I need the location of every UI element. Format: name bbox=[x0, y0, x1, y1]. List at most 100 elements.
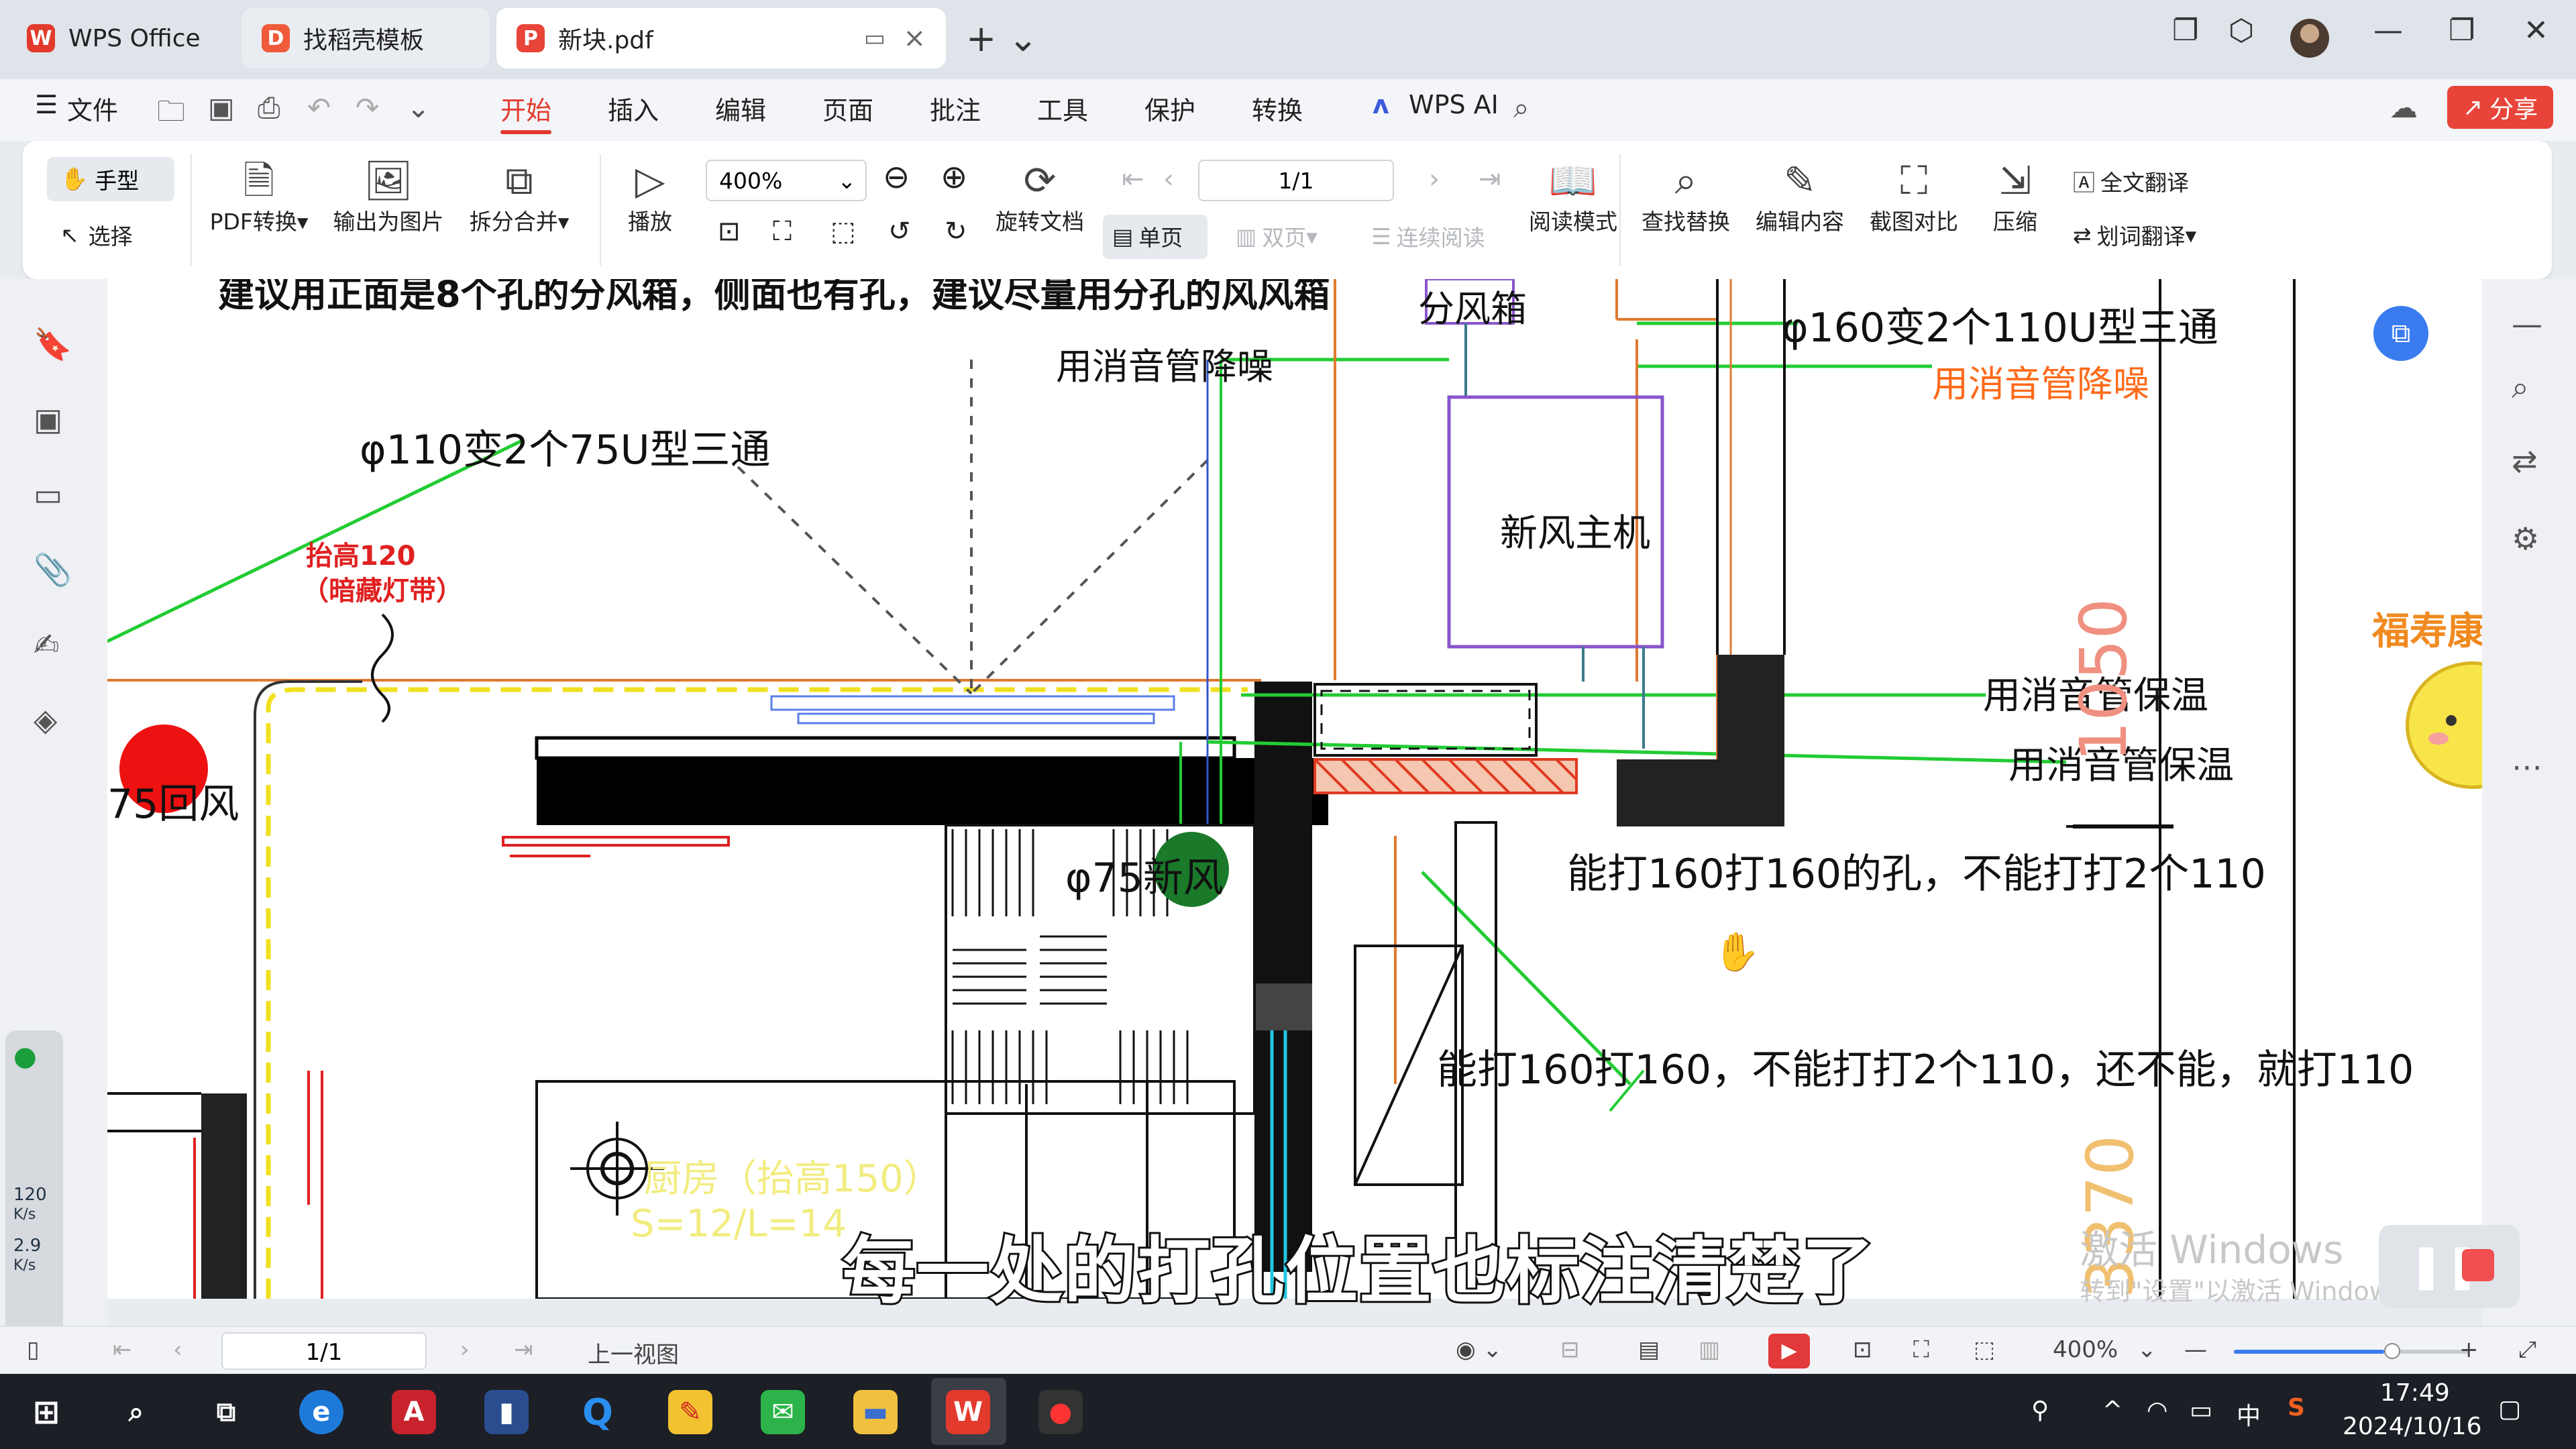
zoom-in-icon[interactable]: ⊕ bbox=[941, 158, 967, 196]
compress-button[interactable]: ⇲ 压缩 bbox=[1982, 157, 2049, 236]
read-mode-button[interactable]: 📖 阅读模式 bbox=[1523, 157, 1623, 236]
tab-list-icon[interactable]: ❐ bbox=[2172, 13, 2198, 48]
tab-template[interactable]: D 找稻壳模板 bbox=[241, 8, 490, 68]
close-tab-icon[interactable]: × bbox=[903, 23, 926, 54]
translate-icon[interactable]: ⇄ bbox=[2512, 443, 2538, 479]
rotate-doc-button[interactable]: ⟳ 旋转文档 bbox=[993, 157, 1087, 236]
full-translate-button[interactable]: 🄰 全文翻译 bbox=[2073, 165, 2189, 197]
first-page-icon[interactable]: ⇤ bbox=[1122, 164, 1144, 195]
person-icon[interactable]: ⚲ bbox=[2031, 1397, 2049, 1424]
tab-document[interactable]: P 新块.pdf ▭ × bbox=[496, 8, 946, 68]
avatar[interactable] bbox=[2290, 19, 2329, 58]
export-image-button[interactable]: 🖼 输出为图片 bbox=[318, 157, 459, 236]
prev-page-icon[interactable]: ‹ bbox=[173, 1336, 182, 1363]
chevron-down-icon[interactable]: ⌄ bbox=[2137, 1336, 2157, 1363]
hand-tool-button[interactable]: ✋ 手型 bbox=[47, 157, 174, 201]
share-button[interactable]: ↗ 分享 bbox=[2447, 86, 2553, 129]
search-icon[interactable]: ⌕ bbox=[2512, 369, 2529, 407]
zoom-select[interactable]: 400% ⌄ bbox=[706, 160, 867, 201]
minimize-icon[interactable]: — bbox=[2373, 13, 2403, 48]
search-icon[interactable]: ⌕ bbox=[114, 1390, 158, 1434]
next-page-icon[interactable]: › bbox=[1429, 164, 1440, 195]
double-page-button[interactable]: ▥ 双页 ▾ bbox=[1236, 220, 1318, 252]
zoom-out-icon[interactable]: — bbox=[2184, 1336, 2207, 1363]
cube-icon[interactable]: ⬡ bbox=[2229, 13, 2254, 48]
prev-page-icon[interactable]: ‹ bbox=[1163, 164, 1174, 195]
tab-wps-office[interactable]: W WPS Office bbox=[7, 8, 235, 68]
sidebar-toggle-icon[interactable]: ▯ bbox=[27, 1336, 40, 1363]
edit-content-button[interactable]: ✎ 编辑内容 bbox=[1750, 157, 1850, 236]
status-zoom[interactable]: 400% bbox=[2053, 1336, 2118, 1363]
sogou-icon[interactable]: S bbox=[2288, 1394, 2305, 1421]
file-viewer-icon[interactable]: ▮ bbox=[484, 1390, 529, 1434]
status-page-input[interactable]: 1/1 bbox=[221, 1332, 427, 1370]
single-page-button[interactable]: ▤ 单页 bbox=[1112, 220, 1183, 252]
menu-protect[interactable]: 保护 bbox=[1144, 90, 1195, 127]
zoom-slider[interactable] bbox=[2234, 1343, 2469, 1359]
eye-icon[interactable]: ◉ ⌄ bbox=[1456, 1336, 1502, 1363]
battery-icon[interactable]: ▭ bbox=[2190, 1397, 2212, 1424]
single-page-icon[interactable]: ▤ bbox=[1638, 1336, 1660, 1363]
collapse-icon[interactable]: — bbox=[2512, 306, 2542, 342]
print-icon[interactable]: ⎙ bbox=[258, 91, 280, 125]
zoom-out-icon[interactable]: ⊖ bbox=[883, 158, 910, 196]
fullscreen-icon[interactable]: ⤢ bbox=[2518, 1336, 2536, 1363]
attachment-icon[interactable]: 📎 bbox=[34, 551, 72, 588]
continuous-icon[interactable]: ⊟ bbox=[1560, 1336, 1580, 1363]
zoom-in-icon[interactable]: + bbox=[2459, 1336, 2479, 1363]
next-page-icon[interactable]: › bbox=[460, 1336, 470, 1363]
autocad-icon[interactable]: A bbox=[392, 1390, 436, 1434]
first-page-icon[interactable]: ⇤ bbox=[113, 1336, 132, 1363]
comment-icon[interactable]: ▭ bbox=[34, 476, 62, 513]
menu-tools[interactable]: 工具 bbox=[1037, 90, 1088, 127]
hamburger-icon[interactable]: ☰ bbox=[35, 90, 58, 119]
screenshot-compare-button[interactable]: ⛶ 截图对比 bbox=[1864, 157, 1964, 236]
menu-insert[interactable]: 插入 bbox=[608, 90, 659, 127]
file-explorer-icon[interactable]: ▬ bbox=[853, 1390, 898, 1434]
pdf-canvas[interactable]: 建议用正面是8个孔的分风箱，侧面也有孔，建议尽量用分孔的风风箱 分风箱 用消音管… bbox=[107, 279, 2482, 1299]
sketch-app-icon[interactable]: ✎ bbox=[668, 1390, 712, 1434]
page-number-input[interactable]: 1/1 bbox=[1198, 160, 1394, 201]
layers-icon[interactable]: ◈ bbox=[34, 702, 57, 738]
prev-view-button[interactable]: 上一视图 bbox=[588, 1336, 679, 1369]
menu-convert[interactable]: 转换 bbox=[1252, 90, 1303, 127]
actual-size-icon[interactable]: ⊡ bbox=[1853, 1336, 1872, 1363]
task-view-icon[interactable]: ⧉ bbox=[204, 1390, 248, 1434]
cloud-upload-icon[interactable]: ☁ bbox=[2390, 91, 2418, 124]
fit-width-icon[interactable]: ⬚ bbox=[830, 216, 856, 247]
actual-size-icon[interactable]: ⊡ bbox=[718, 216, 741, 247]
more-icon[interactable]: ⋯ bbox=[2512, 749, 2542, 785]
assistant-badge-icon[interactable]: ⧉ bbox=[2373, 306, 2428, 361]
thumbnail-icon[interactable]: ▣ bbox=[34, 401, 62, 437]
word-translate-button[interactable]: ⇄ 划词翻译 ▾ bbox=[2073, 219, 2196, 251]
rotate-right-icon[interactable]: ↻ bbox=[945, 216, 967, 247]
restore-icon[interactable]: ❐ bbox=[2449, 13, 2475, 48]
settings-icon[interactable]: ⚙ bbox=[2512, 521, 2539, 557]
wps-taskbar-icon[interactable]: W bbox=[946, 1390, 990, 1434]
menu-annotate[interactable]: 批注 bbox=[930, 90, 981, 127]
find-replace-button[interactable]: ⌕ 查找替换 bbox=[1635, 157, 1736, 236]
redo-icon[interactable]: ↷ bbox=[356, 91, 379, 124]
ime-indicator[interactable]: 中 bbox=[2237, 1397, 2261, 1432]
menu-edit[interactable]: 编辑 bbox=[715, 90, 766, 127]
open-folder-icon[interactable]: 🗀 bbox=[157, 91, 185, 139]
undo-icon[interactable]: ↶ bbox=[307, 91, 331, 124]
notification-icon[interactable]: ▢ bbox=[2498, 1395, 2521, 1423]
fit-page-icon[interactable]: ⛶ bbox=[1913, 1336, 1929, 1363]
menu-page[interactable]: 页面 bbox=[822, 90, 873, 127]
signature-icon[interactable]: ✍ bbox=[34, 627, 60, 663]
clock-date[interactable]: 2024/10/16 bbox=[2343, 1413, 2482, 1440]
play-button[interactable]: ▷ 播放 bbox=[613, 157, 687, 236]
chevron-up-icon[interactable]: ^ bbox=[2102, 1397, 2123, 1424]
windows-start-icon[interactable]: ⊞ bbox=[24, 1390, 68, 1434]
fit-width-icon[interactable]: ⬚ bbox=[1974, 1336, 1995, 1363]
wifi-icon[interactable]: ◠ bbox=[2147, 1397, 2167, 1424]
search-icon[interactable]: ⌕ bbox=[1513, 91, 1529, 125]
clock-time[interactable]: 17:49 bbox=[2380, 1379, 2450, 1407]
stop-icon[interactable] bbox=[2462, 1249, 2494, 1281]
menu-wps-ai[interactable]: WPS AI bbox=[1409, 90, 1499, 119]
search-app-icon[interactable]: Q bbox=[576, 1390, 620, 1434]
monitor-icon[interactable]: ▭ bbox=[864, 25, 885, 52]
last-page-icon[interactable]: ⇥ bbox=[514, 1336, 533, 1363]
close-icon[interactable]: ✕ bbox=[2524, 13, 2548, 48]
